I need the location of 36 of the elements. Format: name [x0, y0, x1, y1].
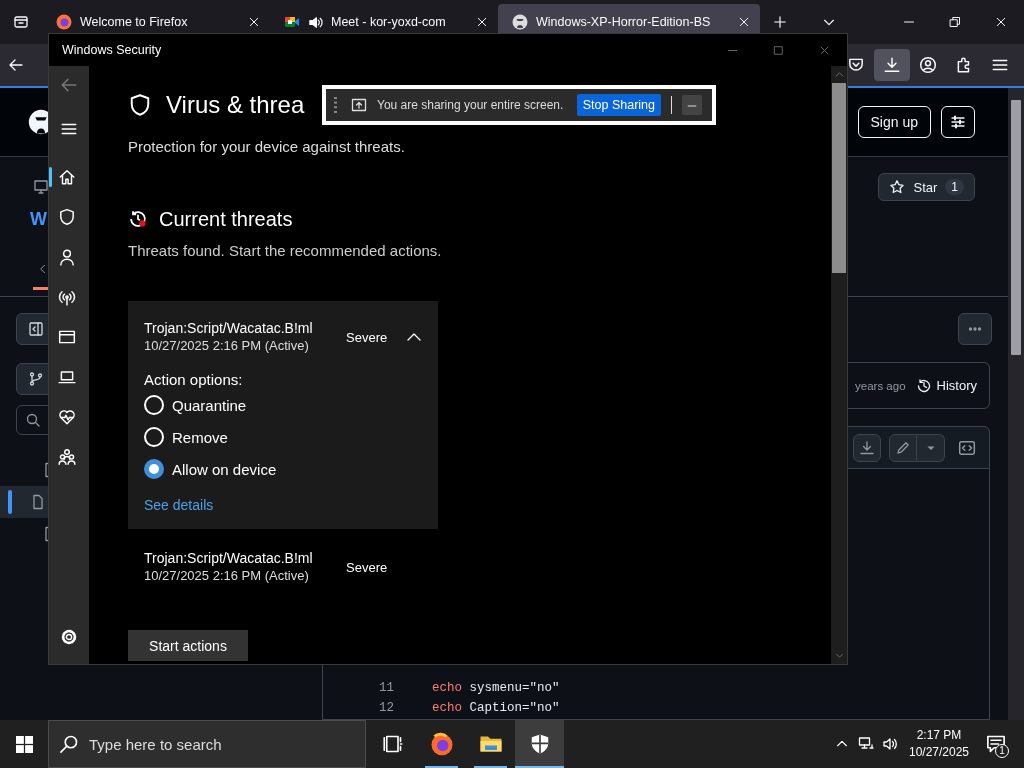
sharing-message: You are sharing your entire screen.: [377, 98, 564, 112]
browser-tab[interactable]: Welcome to Firefox: [42, 4, 270, 40]
commit-age: years ago: [855, 379, 906, 392]
history-link[interactable]: History: [915, 377, 977, 394]
threat-name: Trojan:Script/Wacatac.B!ml: [144, 549, 314, 567]
threat-name: Trojan:Script/Wacatac.B!ml: [144, 319, 314, 337]
threat-date: 10/27/2025 2:16 PM (Active): [144, 567, 310, 585]
threat-date: 10/27/2025 2:16 PM (Active): [144, 337, 310, 355]
sign-up-button[interactable]: Sign up: [857, 106, 931, 138]
code-line: echo Caption="no": [432, 701, 560, 715]
see-details-link[interactable]: See details: [144, 496, 214, 514]
severity-label: Severe: [346, 329, 389, 345]
clock[interactable]: 2:17 PM 10/27/2025: [902, 727, 976, 761]
code-line: echo sysmenu="no": [432, 681, 560, 695]
search-bar[interactable]: Type here to search: [48, 720, 366, 768]
section-text: Threats found. Start the recommended actions.: [128, 242, 443, 260]
star-count: 1: [945, 179, 964, 195]
radio-option[interactable]: Quarantine: [144, 389, 422, 421]
star-button[interactable]: Star 1: [878, 173, 975, 201]
browser-tab[interactable]: Meet - kor-yoxd-com: [270, 4, 498, 40]
radio-option[interactable]: Remove: [144, 421, 422, 453]
start-actions-button[interactable]: Start actions: [128, 630, 248, 661]
radio-option[interactable]: Allow on device: [144, 453, 422, 485]
search-field[interactable]: Type here to search: [89, 735, 365, 753]
line-number: 12: [378, 701, 394, 715]
page-subtitle: Protection for your device against threats.: [128, 138, 406, 156]
notifications-button[interactable]: 1: [976, 720, 1016, 768]
repo-title[interactable]: W: [30, 206, 47, 232]
window-title: Windows Security: [62, 43, 162, 57]
stop-sharing-button[interactable]: Stop Sharing: [576, 94, 661, 116]
options-label: Action options:: [144, 371, 244, 389]
line-number: 11: [378, 681, 394, 695]
section-title: Current threats: [159, 207, 293, 231]
severity-label: Severe: [346, 559, 389, 575]
page-title: Virus & threa: [166, 91, 305, 119]
notification-count: 1: [995, 744, 1009, 758]
